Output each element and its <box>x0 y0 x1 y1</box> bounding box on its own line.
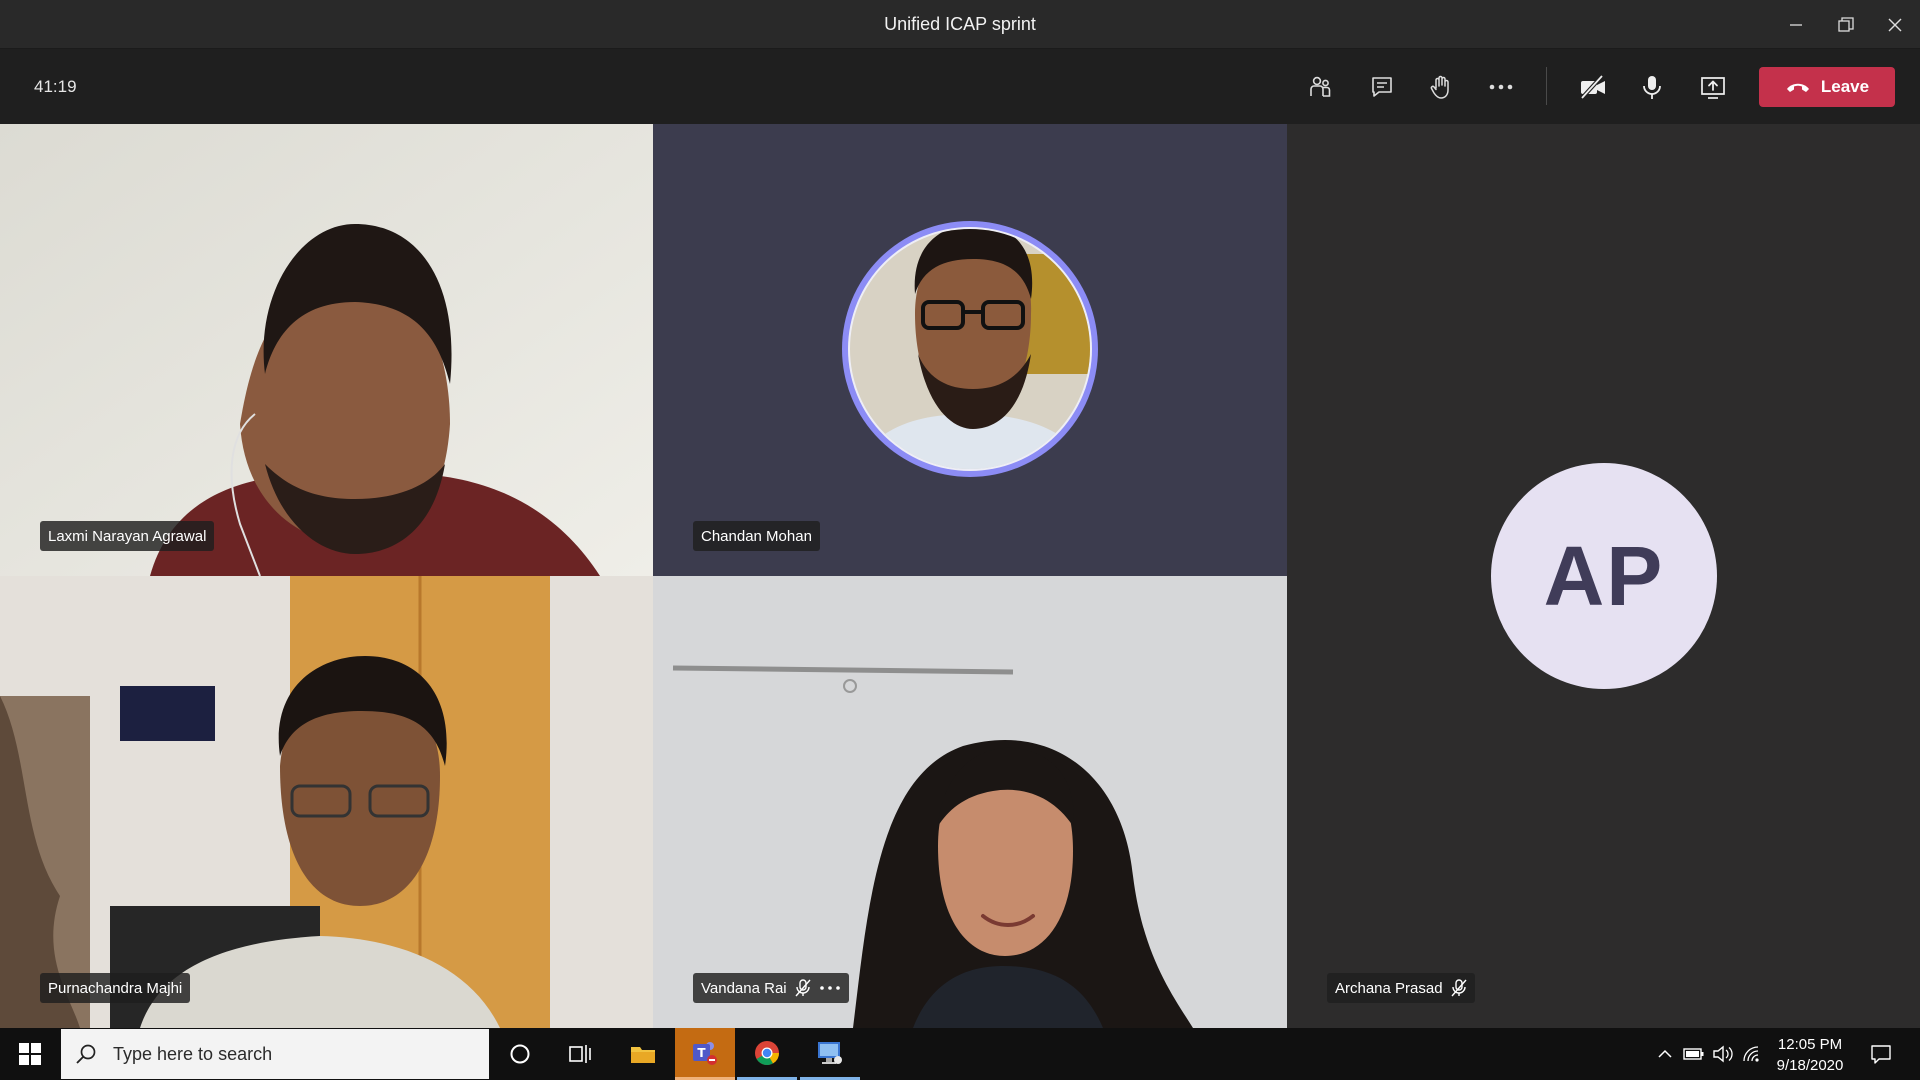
participants-icon <box>1310 76 1331 97</box>
window-titlebar: Unified ICAP sprint <box>0 0 1920 49</box>
search-icon <box>76 1044 96 1064</box>
participant-name-tag: Archana Prasad <box>1327 973 1475 1003</box>
clock-date: 9/18/2020 <box>1776 1057 1844 1074</box>
file-explorer-button[interactable] <box>613 1028 673 1080</box>
windows-logo-icon <box>19 1043 41 1065</box>
more-options-button[interactable] <box>1481 67 1521 107</box>
svg-text:T: T <box>697 1046 706 1060</box>
microphone-muted-icon <box>795 979 811 997</box>
hang-up-icon <box>1786 83 1809 92</box>
restore-icon <box>1838 16 1854 32</box>
remote-desktop-icon <box>818 1041 842 1064</box>
video-tile-archana[interactable]: AP Archana Prasad <box>1287 124 1920 1028</box>
participant-name-tag: Laxmi Narayan Agrawal <box>40 521 215 551</box>
clock-time: 12:05 PM <box>1777 1036 1843 1053</box>
microphone-icon <box>1643 76 1661 99</box>
raise-hand-icon <box>1430 75 1449 99</box>
control-separator <box>1546 67 1547 105</box>
participant-name: Vandana Rai <box>701 979 787 997</box>
chat-icon <box>1372 77 1392 97</box>
volume-control[interactable] <box>1709 1028 1737 1080</box>
raise-hand-button[interactable] <box>1421 67 1461 107</box>
microphone-button[interactable] <box>1632 67 1672 107</box>
search-input[interactable] <box>113 1043 453 1065</box>
wifi-icon <box>1743 1046 1759 1062</box>
participant-name-tag: Purnachandra Majhi <box>40 973 191 1003</box>
participant-video <box>653 576 1287 1028</box>
teams-icon: T <box>693 1041 717 1065</box>
microphone-muted-icon <box>1451 979 1467 997</box>
participant-name: Archana Prasad <box>1335 979 1443 997</box>
participant-name: Purnachandra Majhi <box>48 979 183 997</box>
task-view-icon <box>569 1045 591 1063</box>
close-window-button[interactable] <box>1870 0 1920 49</box>
chrome-icon <box>755 1040 779 1065</box>
battery-status[interactable] <box>1680 1028 1708 1080</box>
taskbar-clock[interactable]: 12:05 PM 9/18/2020 <box>1762 1034 1858 1076</box>
chat-button[interactable] <box>1362 67 1402 107</box>
participant-name-tag: Chandan Mohan <box>693 521 820 551</box>
cortana-button[interactable] <box>490 1028 550 1080</box>
show-hidden-icons-button[interactable] <box>1651 1028 1679 1080</box>
windows-taskbar: Type here to search T 12:05 PM 9/18/2020 <box>0 1028 1920 1080</box>
speaker-icon <box>1713 1045 1733 1063</box>
video-tile-chandan[interactable]: Chandan Mohan <box>653 124 1287 576</box>
camera-off-icon <box>1580 74 1605 100</box>
share-screen-button[interactable] <box>1693 67 1733 107</box>
meeting-stage: Laxmi Narayan Agrawal Chandan Mohan Purn… <box>0 124 1920 1028</box>
participant-more-options-icon[interactable] <box>819 983 841 993</box>
video-tile-purnachandra[interactable]: Purnachandra Majhi <box>0 576 653 1028</box>
participant-name: Chandan Mohan <box>701 527 812 545</box>
action-center-button[interactable] <box>1864 1028 1898 1080</box>
camera-toggle-button[interactable] <box>1573 67 1613 107</box>
battery-icon <box>1683 1048 1704 1060</box>
minimize-icon <box>1790 23 1802 26</box>
participant-avatar <box>842 221 1098 477</box>
participant-video <box>0 124 653 576</box>
restore-button[interactable] <box>1821 0 1871 49</box>
task-view-button[interactable] <box>550 1028 610 1080</box>
share-screen-icon <box>1701 77 1725 99</box>
video-tile-vandana[interactable]: Vandana Rai <box>653 576 1287 1028</box>
meeting-timer: 41:19 <box>34 77 77 96</box>
more-options-icon <box>1489 84 1513 90</box>
video-tile-laxmi[interactable]: Laxmi Narayan Agrawal <box>0 124 653 576</box>
participant-name: Laxmi Narayan Agrawal <box>48 527 207 545</box>
start-button[interactable] <box>0 1028 60 1080</box>
window-title: Unified ICAP sprint <box>884 14 1036 34</box>
chevron-up-icon <box>1658 1049 1672 1058</box>
avatar-initials: AP <box>1543 528 1665 623</box>
cortana-icon <box>510 1044 530 1064</box>
meeting-control-bar: 41:19 Leave <box>0 49 1920 124</box>
participant-name-tag: Vandana Rai <box>693 973 849 1003</box>
participant-video <box>0 576 653 1028</box>
minimize-button[interactable] <box>1771 0 1821 49</box>
chrome-taskbar-button[interactable] <box>737 1028 797 1080</box>
initials-avatar: AP <box>1491 463 1717 689</box>
close-icon <box>1888 18 1902 31</box>
notification-icon <box>1871 1045 1891 1064</box>
teams-taskbar-button[interactable]: T <box>675 1028 735 1080</box>
participants-button[interactable] <box>1301 67 1341 107</box>
folder-icon <box>631 1047 655 1063</box>
remote-desktop-taskbar-button[interactable] <box>800 1028 860 1080</box>
leave-label: Leave <box>1820 77 1870 96</box>
leave-button[interactable]: Leave <box>1759 67 1895 107</box>
taskbar-search[interactable] <box>61 1029 489 1079</box>
